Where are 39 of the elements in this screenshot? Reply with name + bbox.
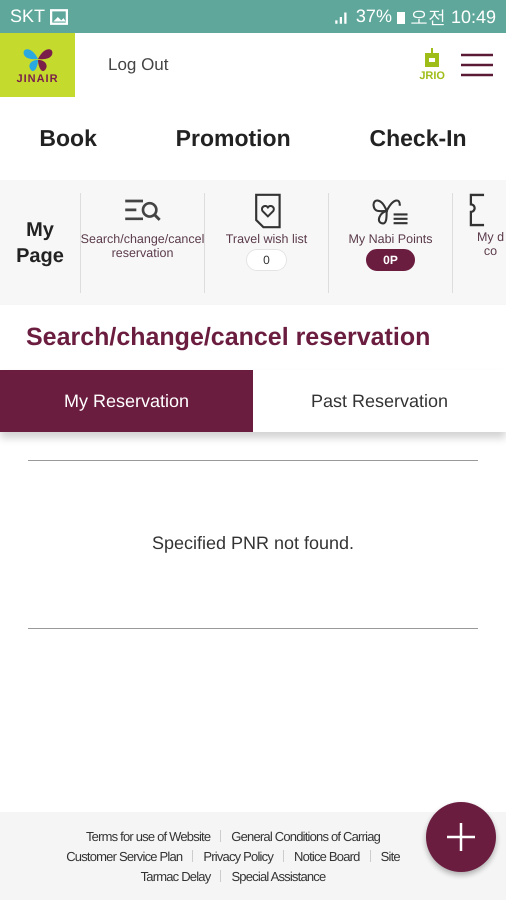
battery-icon [396,10,405,24]
clock-text: 오전 10:49 [410,6,496,28]
my-page-item[interactable]: Travel wish list 0 [204,192,328,292]
my-page-item[interactable]: My Nabi Points 0P [328,192,452,292]
my-page-label: Travel wish list [224,232,308,246]
ticket-icon [469,192,485,226]
image-icon [50,8,68,24]
my-page-title: My Page [15,218,65,268]
footer-link[interactable]: General Conditions of Carriag [231,828,380,844]
footer-link[interactable]: Tarmac Delay [140,868,210,884]
section-title: Search/change/cancel reservation [0,305,506,370]
jrio-text: JRIO [419,70,445,82]
empty-message: Specified PNR not found. [28,533,478,629]
my-page-item[interactable]: My d co [452,192,506,292]
my-page-label: My Nabi Points [347,232,434,246]
my-page-item[interactable]: Search/change/cancel reservation [80,192,204,292]
my-page-label: My d co [476,230,506,258]
footer-link[interactable]: Privacy Policy [203,848,274,864]
my-page-label: Search/change/cancel reservation [80,232,206,260]
footer-link[interactable]: Notice Board [294,848,360,864]
carrier-text: SKT [10,6,46,27]
menu-icon[interactable] [461,53,493,77]
footer-link[interactable]: Site [380,848,400,864]
nav-link[interactable]: Promotion [176,125,291,152]
logout-link[interactable]: Log Out [108,55,168,75]
battery-text: 37% [356,6,392,27]
logo-text: JINAIR [16,73,59,85]
add-button[interactable] [426,802,496,872]
footer-link[interactable]: Terms for use of Website [86,828,210,844]
footer-link[interactable]: Customer Service Plan [66,848,182,864]
count-badge: 0 [246,248,287,270]
count-badge: 0P [366,248,415,270]
tab[interactable]: My Reservation [0,370,253,432]
logo[interactable]: JINAIR [0,33,75,97]
footer-link[interactable]: Special Assistance [231,868,326,884]
tab[interactable]: Past Reservation [253,370,506,432]
nav-link[interactable]: Book [39,125,97,152]
nav-link[interactable]: Check-In [369,125,467,152]
plus-icon [446,822,476,852]
